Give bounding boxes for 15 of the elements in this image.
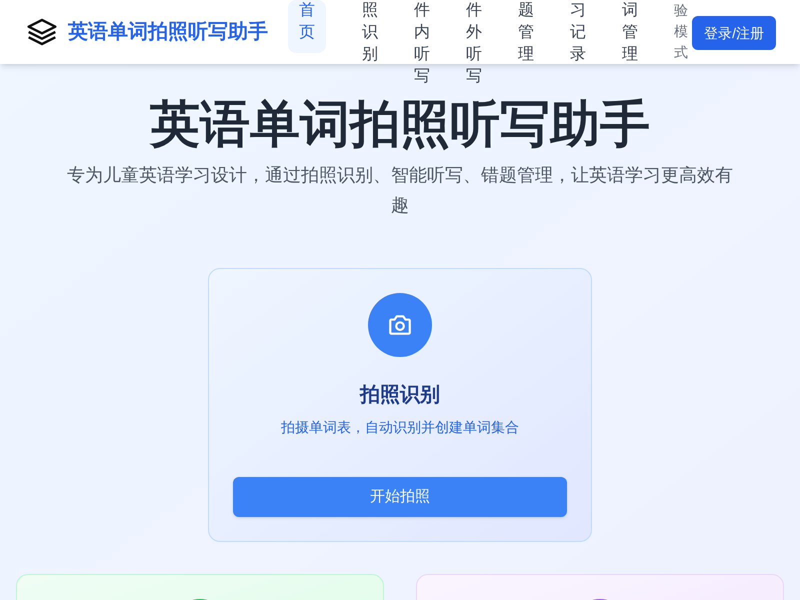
- card-description: 拍摄单词表，自动识别并创建单词集合: [281, 418, 519, 437]
- nav-link[interactable]: 件外听写: [466, 0, 482, 88]
- nav-link[interactable]: 词管理: [622, 0, 638, 66]
- login-button[interactable]: 登录/注册: [692, 16, 776, 50]
- nav-link[interactable]: 习记录: [570, 0, 586, 66]
- card-title: 拍照识别: [360, 383, 440, 408]
- nav-link[interactable]: 首页: [288, 0, 326, 53]
- nav-link[interactable]: 照识别: [362, 0, 378, 66]
- app-title: 英语单词拍照听写助手: [68, 20, 268, 45]
- start-button[interactable]: 开始拍照: [233, 477, 567, 517]
- hero-subtitle: 专为儿童英语学习设计，通过拍照识别、智能听写、错题管理，让英语学习更高效有趣: [66, 164, 734, 217]
- nav-link[interactable]: 件内听写: [414, 0, 430, 88]
- nav-link[interactable]: 验模式: [674, 0, 689, 63]
- nav-link[interactable]: 题管理: [518, 0, 534, 66]
- hero-title: 英语单词拍照听写助手: [150, 95, 650, 154]
